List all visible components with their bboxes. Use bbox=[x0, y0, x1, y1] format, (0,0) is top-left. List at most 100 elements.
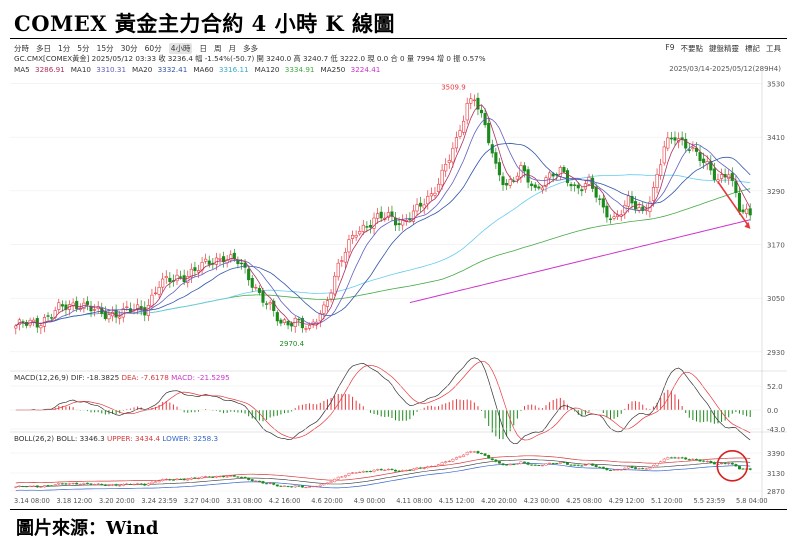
boll-candle-body bbox=[397, 470, 401, 472]
x-tick-label: 3.20 20:00 bbox=[99, 497, 135, 505]
boll-candle-body bbox=[53, 484, 57, 486]
boll-candle-body bbox=[161, 479, 165, 482]
ma60-line bbox=[15, 174, 751, 327]
candle-body bbox=[261, 290, 265, 303]
candle-body bbox=[290, 323, 294, 327]
boll-candle-body bbox=[114, 484, 118, 486]
boll-candle-body bbox=[293, 485, 297, 488]
boll-candle-body bbox=[89, 483, 93, 485]
boll-candle-body bbox=[637, 468, 641, 470]
boll-candle-body bbox=[343, 475, 347, 478]
candle-body bbox=[447, 160, 451, 163]
candle-body bbox=[415, 204, 419, 212]
boll-candle-body bbox=[738, 465, 741, 470]
boll-candle-body bbox=[705, 461, 709, 463]
boll-candle-body bbox=[741, 468, 745, 470]
price-tick-label: 3290 bbox=[767, 188, 785, 196]
boll-candle-body bbox=[71, 483, 75, 485]
boll-candle-body bbox=[684, 457, 688, 460]
boll-candle-body bbox=[562, 461, 566, 464]
candle-body bbox=[497, 162, 501, 176]
source-rule bbox=[10, 509, 787, 510]
candle-body bbox=[336, 262, 340, 278]
boll-candle-body bbox=[383, 469, 387, 471]
boll-candle-body bbox=[32, 485, 36, 487]
boll-candle-body bbox=[311, 486, 315, 488]
boll-candle-body bbox=[272, 482, 276, 485]
boll-candle-body bbox=[354, 472, 358, 474]
boll-candle-body bbox=[243, 476, 247, 478]
boll-candle-body bbox=[544, 463, 548, 466]
boll-candle-body bbox=[673, 457, 677, 459]
boll-candle-body bbox=[175, 478, 179, 481]
candle-body bbox=[576, 184, 580, 189]
candle-body bbox=[465, 103, 469, 121]
candle-body bbox=[347, 239, 351, 253]
boll-candle-body bbox=[533, 464, 537, 466]
boll-candle-body bbox=[487, 455, 491, 459]
boll-candle-body bbox=[591, 463, 595, 466]
boll-candle-body bbox=[261, 481, 265, 484]
boll-candle-body bbox=[35, 485, 39, 488]
candle-body bbox=[329, 292, 333, 300]
boll-candle-body bbox=[619, 469, 623, 471]
boll-candle-body bbox=[247, 477, 251, 480]
boll-candle-body bbox=[569, 464, 573, 466]
candle-body bbox=[691, 147, 695, 150]
boll-candle-body bbox=[193, 477, 197, 479]
candle-body bbox=[487, 122, 491, 144]
boll-candle-body bbox=[279, 485, 283, 487]
candle-body bbox=[354, 235, 358, 238]
candle-body bbox=[350, 235, 355, 239]
boll-candle-body bbox=[369, 470, 372, 472]
boll-candle-body bbox=[695, 458, 698, 460]
candle-body bbox=[232, 252, 236, 260]
boll-candle-body bbox=[652, 465, 655, 468]
boll-candle-body bbox=[372, 469, 376, 472]
boll-candle-body bbox=[429, 466, 433, 468]
candle-body bbox=[358, 231, 362, 235]
boll-candle-body bbox=[469, 451, 473, 453]
boll-candle-body bbox=[121, 483, 125, 486]
boll-candle-body bbox=[211, 476, 215, 478]
candle-body bbox=[401, 220, 405, 226]
boll-candle-body bbox=[139, 483, 143, 485]
candle-body bbox=[730, 172, 734, 181]
boll-candle-body bbox=[347, 473, 351, 476]
candle-body bbox=[737, 192, 742, 212]
candle-body bbox=[304, 328, 308, 330]
candle-body bbox=[268, 302, 272, 305]
candle-body bbox=[436, 183, 441, 192]
candle-body bbox=[39, 325, 43, 329]
boll-candle-body bbox=[537, 465, 541, 467]
candle-body bbox=[297, 318, 301, 321]
candle-body bbox=[702, 158, 706, 163]
boll-candle-body bbox=[179, 479, 183, 481]
boll-candle-body bbox=[75, 482, 79, 485]
trend-arrow bbox=[717, 181, 749, 225]
boll-candle-body bbox=[283, 485, 286, 487]
boll-candle-body bbox=[143, 483, 147, 486]
candle-body bbox=[254, 286, 258, 289]
candle-body bbox=[608, 218, 613, 220]
boll-candle-body bbox=[415, 467, 419, 470]
candle-body bbox=[605, 205, 609, 218]
candle-body bbox=[444, 164, 448, 172]
candle-body bbox=[522, 165, 527, 172]
high-annotation: 3509.9 bbox=[441, 83, 466, 91]
boll-candle-body bbox=[57, 483, 61, 485]
boll-tick-label: 3130 bbox=[767, 470, 785, 478]
boll-candle-body bbox=[451, 458, 455, 462]
boll-candle-body bbox=[497, 461, 501, 464]
x-tick-label: 3.14 08:00 bbox=[14, 497, 50, 505]
boll-candle-body bbox=[229, 475, 233, 477]
candle-body bbox=[179, 276, 183, 278]
boll-candle-body bbox=[476, 451, 480, 454]
boll-candle-body bbox=[512, 464, 516, 466]
boll-candle-body bbox=[315, 486, 319, 488]
boll-candle-body bbox=[490, 458, 494, 461]
boll-candle-body bbox=[519, 461, 523, 464]
boll-candle-body bbox=[702, 460, 706, 462]
boll-candle-body bbox=[587, 463, 591, 466]
boll-candle-body bbox=[566, 462, 569, 465]
